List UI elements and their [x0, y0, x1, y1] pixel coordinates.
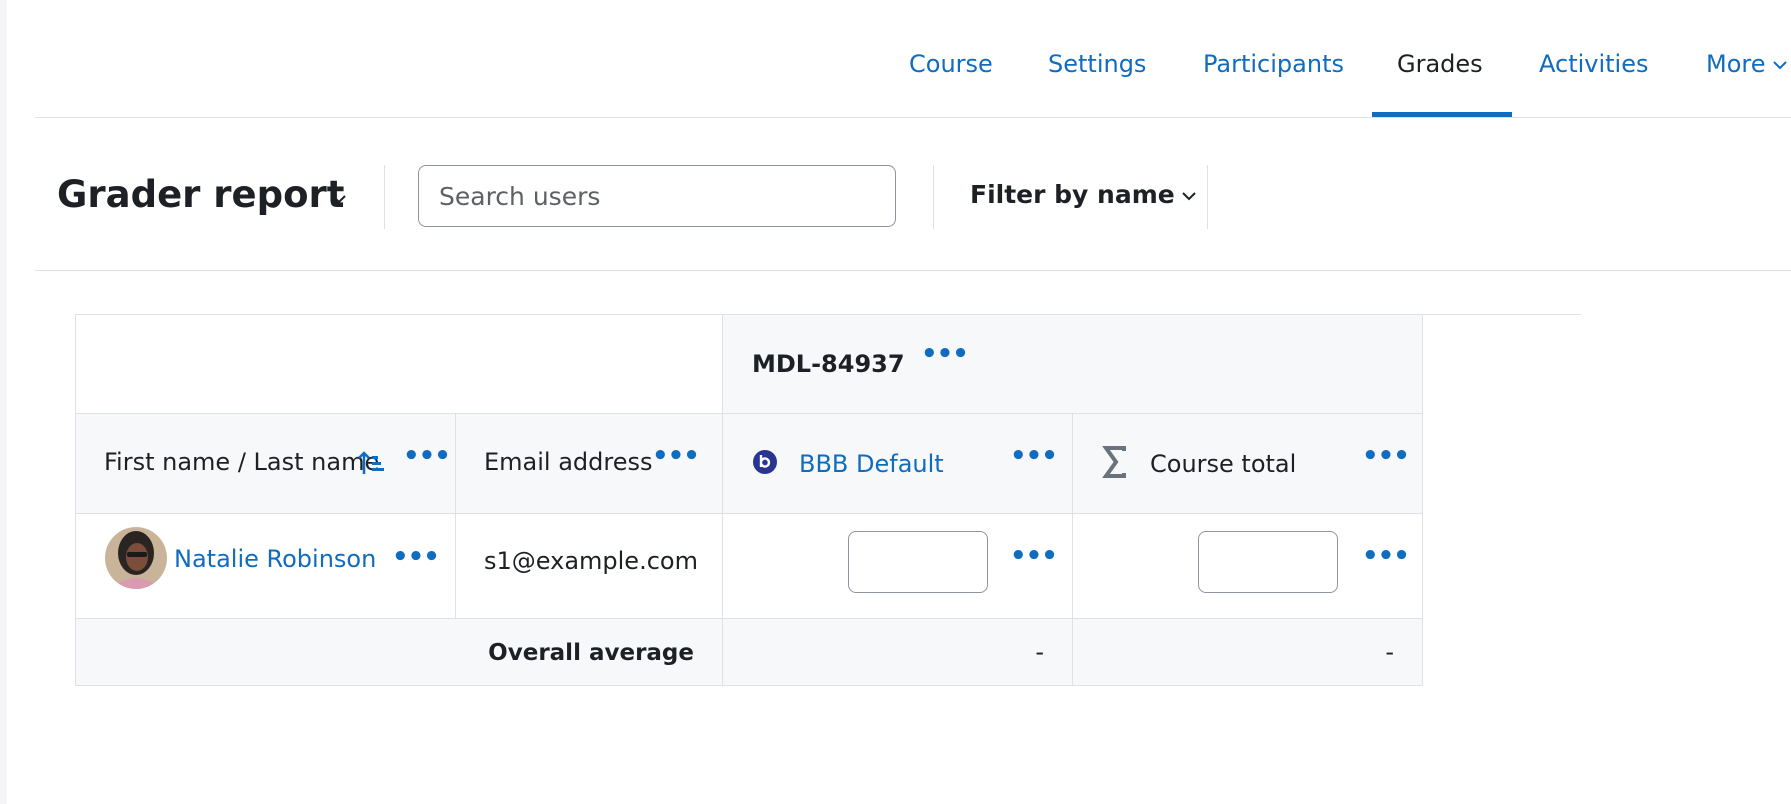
nav-more-label: More — [1706, 50, 1766, 78]
report-selector-title[interactable]: Grader report — [57, 172, 344, 218]
name-column-actions-icon[interactable]: ••• — [403, 443, 451, 469]
course-total-label: Course total — [1150, 450, 1297, 478]
overall-average-label: Overall average — [488, 640, 694, 666]
bbb-item-link[interactable]: BBB Default — [799, 448, 944, 480]
bbb-column-header: BBB Default ••• — [723, 414, 1073, 514]
nav-grades[interactable]: Grades — [1397, 47, 1483, 81]
bbb-grade-input[interactable] — [848, 531, 988, 593]
divider — [933, 165, 934, 229]
grader-table: MDL-84937 ••• First name / Last name •••… — [75, 314, 1423, 686]
course-total-column-header: Course total ••• — [1073, 414, 1423, 514]
user-email: s1@example.com — [484, 547, 698, 575]
email-column-label: Email address — [484, 448, 653, 476]
left-edge-strip — [0, 0, 7, 804]
overall-average-label-cell: Overall average — [75, 618, 723, 686]
nav-course[interactable]: Course — [909, 47, 993, 81]
bbb-grade-actions-icon[interactable]: ••• — [1010, 543, 1058, 569]
bbb-average-value: - — [1035, 638, 1044, 666]
divider — [384, 165, 385, 229]
avatar — [105, 527, 167, 589]
course-total-actions-icon[interactable]: ••• — [1362, 443, 1410, 469]
category-actions-icon[interactable]: ••• — [921, 341, 969, 367]
course-total-average-value: - — [1385, 638, 1394, 666]
email-column-actions-icon[interactable]: ••• — [652, 443, 700, 469]
chevron-down-icon — [1772, 61, 1787, 70]
bigbluebutton-icon — [753, 450, 777, 474]
bbb-grade-cell: ••• — [723, 514, 1073, 619]
sigma-icon — [1102, 446, 1126, 478]
search-users-input[interactable] — [418, 165, 896, 227]
user-actions-icon[interactable]: ••• — [392, 544, 440, 570]
chevron-down-icon — [1182, 192, 1196, 201]
filter-by-name-button[interactable]: Filter by name — [970, 177, 1197, 213]
nav-participants[interactable]: Participants — [1203, 47, 1344, 81]
filter-by-name-label: Filter by name — [970, 180, 1175, 209]
user-name-link[interactable]: Natalie Robinson — [174, 543, 376, 575]
name-column-header: First name / Last name ••• — [75, 414, 456, 514]
category-header-cell: MDL-84937 ••• — [723, 314, 1423, 414]
action-bar: Grader report Filter by name — [35, 117, 1791, 271]
secondary-navigation: Course Settings Participants Grades Acti… — [35, 0, 1791, 118]
sort-ascending-icon[interactable] — [358, 450, 386, 476]
nav-more[interactable]: More — [1706, 47, 1788, 81]
empty-header-cell — [75, 314, 723, 414]
table-row: Natalie Robinson ••• — [75, 514, 456, 619]
course-total-grade-actions-icon[interactable]: ••• — [1362, 543, 1410, 569]
course-total-grade-cell: ••• — [1073, 514, 1423, 619]
category-name: MDL-84937 — [752, 350, 905, 378]
bbb-column-actions-icon[interactable]: ••• — [1010, 443, 1058, 469]
course-total-grade-input[interactable] — [1198, 531, 1338, 593]
bbb-average-cell: - — [723, 618, 1073, 686]
nav-settings[interactable]: Settings — [1048, 47, 1146, 81]
name-column-label[interactable]: First name / Last name — [104, 446, 379, 478]
divider — [1207, 165, 1208, 229]
email-cell: s1@example.com — [456, 514, 723, 619]
nav-activities[interactable]: Activities — [1539, 47, 1649, 81]
report-selector-chevron-icon[interactable] — [331, 193, 347, 205]
course-total-average-cell: - — [1073, 618, 1423, 686]
email-column-header: Email address ••• — [456, 414, 723, 514]
